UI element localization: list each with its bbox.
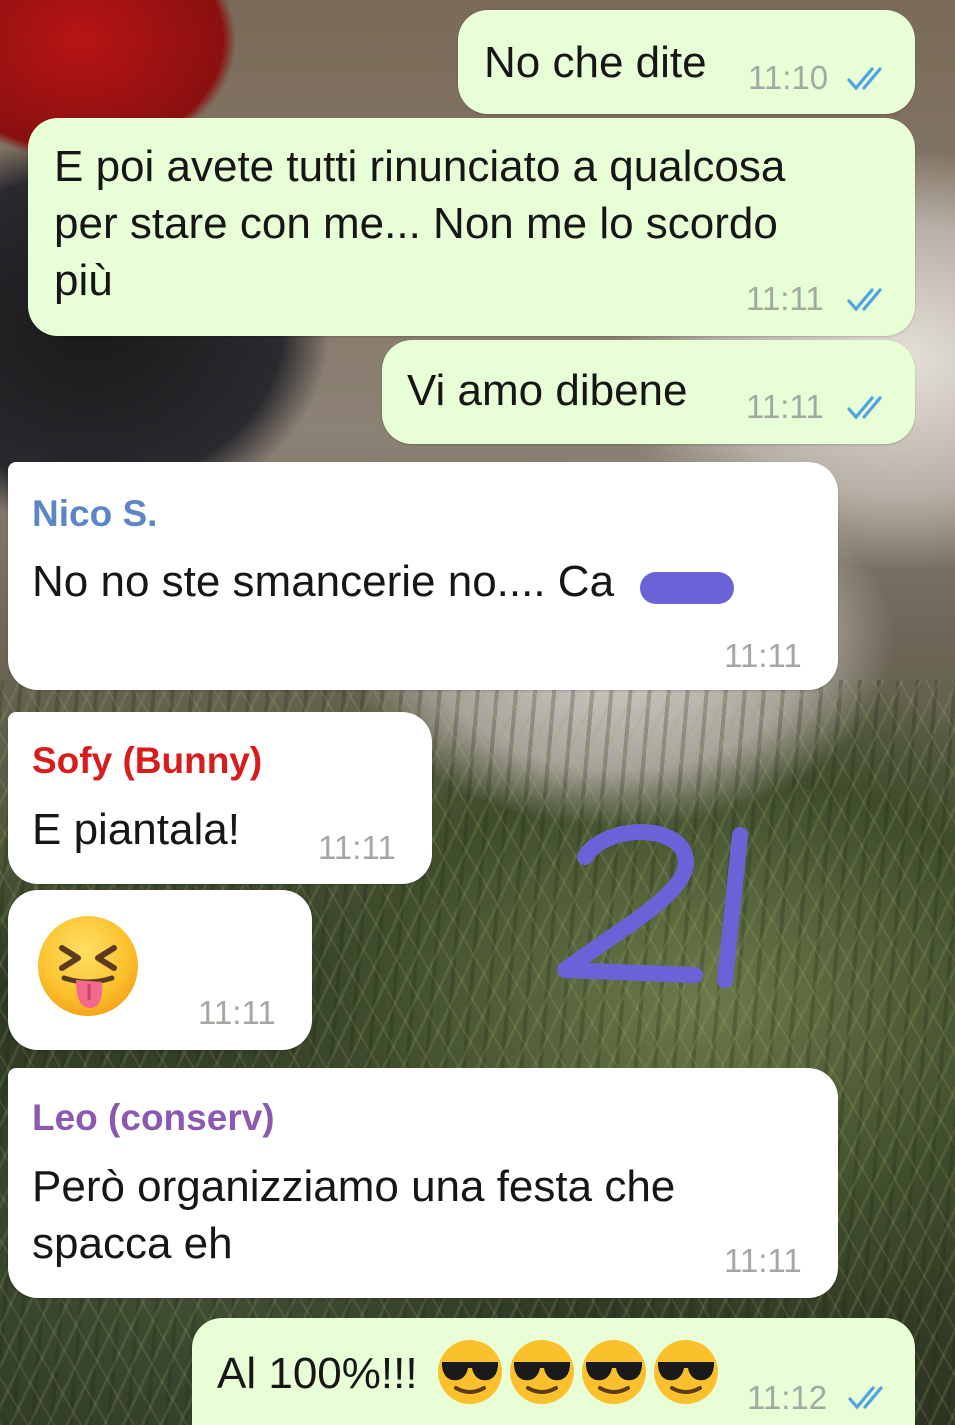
- message-bubble-outgoing[interactable]: E poi avete tutti rinunciato a qualcosa …: [28, 118, 915, 336]
- message-time: 11:10: [748, 59, 829, 96]
- message-text: E piantala!: [32, 805, 240, 854]
- message-bubble-incoming[interactable]: 11:11: [8, 890, 312, 1050]
- message-time: 11:11: [318, 829, 396, 866]
- message-time: 11:11: [724, 1242, 802, 1279]
- message-time: 11:11: [724, 637, 802, 674]
- sender-name[interactable]: Leo (conserv): [32, 1096, 275, 1140]
- read-receipt-icon: [847, 288, 882, 312]
- message-text: No no ste smancerie no.... Ca: [32, 557, 615, 606]
- redaction-mark: [640, 572, 734, 604]
- smiling-face-with-sunglasses-icon: [582, 1340, 646, 1404]
- message-bubble-outgoing[interactable]: No che dite 11:10: [458, 10, 915, 114]
- read-receipt-icon: [847, 67, 882, 91]
- message-bubble-outgoing[interactable]: Al 100%!!! 11:12: [192, 1318, 915, 1425]
- message-time: 11:12: [747, 1379, 828, 1416]
- message-text: E poi avete tutti rinunciato a qualcosa …: [54, 142, 786, 305]
- message-bubble-incoming[interactable]: Sofy (Bunny) E piantala! 11:11: [8, 712, 432, 884]
- message-text: No che dite: [484, 38, 707, 87]
- smiling-face-with-sunglasses-icon: [438, 1340, 502, 1404]
- sender-name[interactable]: Nico S.: [32, 492, 157, 536]
- squinting-face-with-tongue-icon: [38, 916, 138, 1016]
- smiling-face-with-sunglasses-icon: [510, 1340, 574, 1404]
- message-time: 11:11: [198, 994, 276, 1031]
- read-receipt-icon: [847, 396, 882, 420]
- message-time: 11:11: [746, 280, 824, 317]
- message-text: Però organizziamo una festa che spacca e…: [32, 1162, 676, 1268]
- message-text: Vi amo dibene: [407, 366, 688, 415]
- sender-name[interactable]: Sofy (Bunny): [32, 739, 262, 783]
- emoji-group: [436, 1338, 726, 1410]
- message-time: 11:11: [746, 388, 824, 425]
- message-bubble-outgoing[interactable]: Vi amo dibene 11:11: [382, 340, 915, 444]
- read-receipt-icon: [848, 1386, 883, 1410]
- handwritten-annotation: [557, 824, 748, 988]
- message-text: Al 100%!!!: [217, 1349, 430, 1398]
- message-bubble-incoming[interactable]: Nico S. No no ste smancerie no.... Ca 11…: [8, 462, 838, 690]
- message-bubble-incoming[interactable]: Leo (conserv) Però organizziamo una fest…: [8, 1068, 838, 1298]
- smiling-face-with-sunglasses-icon: [654, 1340, 718, 1404]
